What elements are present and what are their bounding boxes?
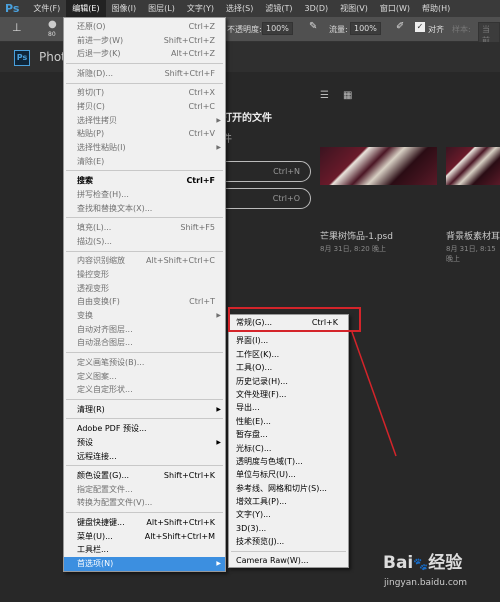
- annotation-arrow: [351, 331, 397, 457]
- baidu-logo: Bai🐾经验: [383, 553, 463, 573]
- watermark-url: jingyan.baidu.com: [384, 578, 468, 588]
